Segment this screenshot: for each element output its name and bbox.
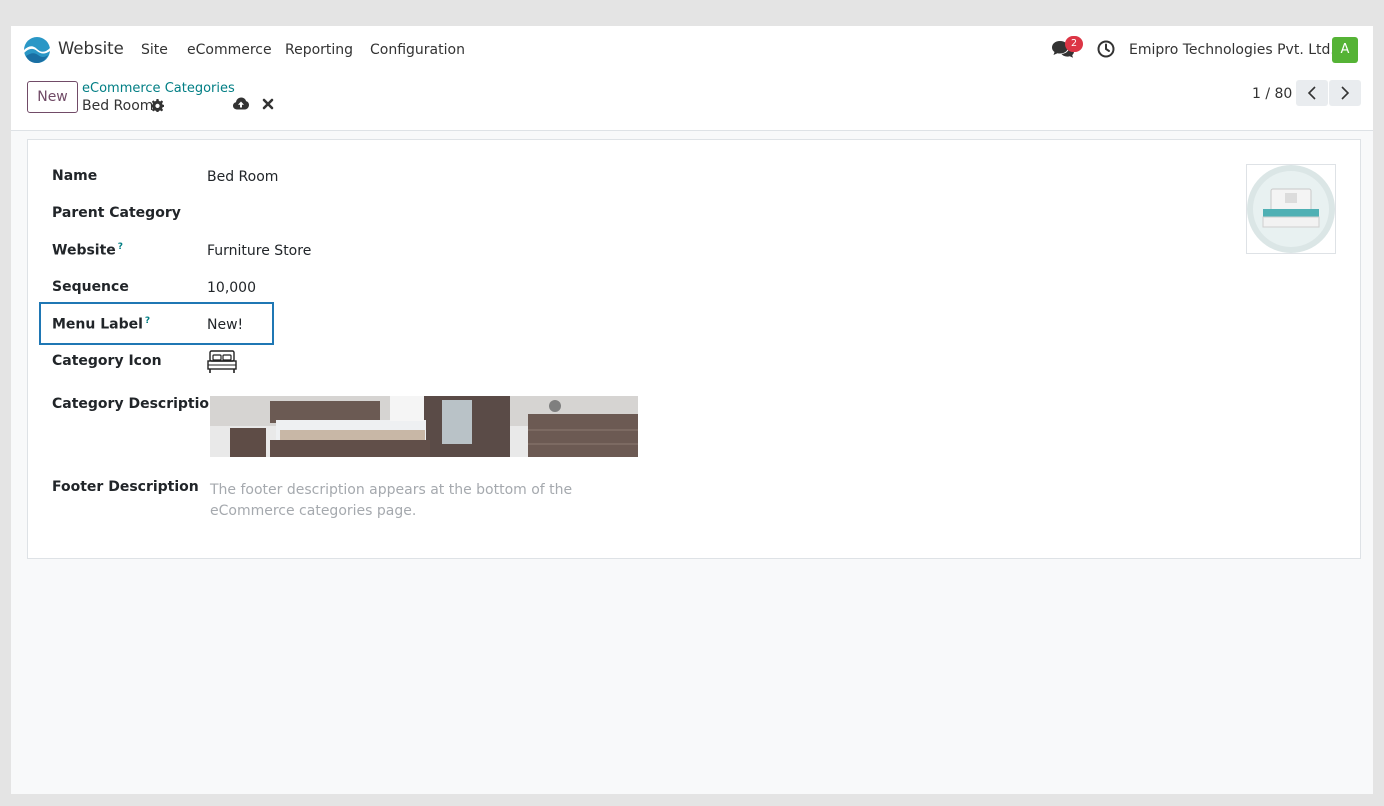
chat-badge: 2 — [1065, 36, 1083, 52]
footer-description-label: Footer Description — [52, 479, 199, 495]
top-navbar: Website Site eCommerce Reporting Configu… — [11, 26, 1373, 74]
category-image-thumbnail[interactable] — [1246, 164, 1336, 254]
pager-next-button[interactable] — [1329, 80, 1361, 106]
save-cloud-icon[interactable] — [233, 97, 249, 110]
website-label: Website? — [52, 242, 123, 259]
breadcrumb-current: Bed Room — [82, 98, 154, 114]
category-description-label: Category Description — [52, 396, 220, 412]
parent-category-field[interactable] — [207, 206, 507, 224]
app-name[interactable]: Website — [58, 39, 124, 58]
website-app-logo-icon[interactable] — [24, 37, 50, 63]
user-avatar[interactable]: A — [1332, 37, 1358, 63]
sequence-field[interactable]: 10,000 — [207, 280, 256, 296]
footer-description-field[interactable]: The footer description appears at the bo… — [210, 480, 650, 522]
category-icon-label: Category Icon — [52, 353, 162, 369]
website-help-tooltip[interactable]: ? — [118, 242, 123, 252]
menu-site[interactable]: Site — [141, 42, 168, 58]
chevron-right-icon — [1341, 86, 1350, 100]
pager-value[interactable]: 1 / 80 — [1252, 86, 1292, 102]
menu-label-field[interactable]: New! — [207, 317, 243, 333]
bedroom-furniture-image[interactable] — [210, 396, 638, 457]
app-window: Website Site eCommerce Reporting Configu… — [11, 26, 1373, 794]
menu-reporting[interactable]: Reporting — [285, 42, 353, 58]
form-sheet: Name Bed Room Parent Category Website? F… — [27, 139, 1361, 559]
parent-category-label: Parent Category — [52, 205, 181, 221]
menu-label-label: Menu Label? — [52, 316, 150, 333]
discard-close-icon[interactable] — [262, 98, 274, 110]
new-button[interactable]: New — [27, 81, 78, 113]
menu-configuration[interactable]: Configuration — [370, 42, 465, 58]
bed-icon[interactable] — [207, 349, 237, 375]
menu-ecommerce[interactable]: eCommerce — [187, 42, 272, 58]
pager-previous-button[interactable] — [1296, 80, 1328, 106]
activity-clock-icon[interactable] — [1097, 40, 1115, 58]
gear-icon[interactable] — [151, 99, 164, 112]
website-field[interactable]: Furniture Store — [207, 243, 311, 259]
chevron-left-icon — [1307, 86, 1316, 100]
sequence-label: Sequence — [52, 279, 129, 295]
menu-label-label-text: Menu Label — [52, 316, 143, 333]
breadcrumb-parent[interactable]: eCommerce Categories — [82, 81, 235, 96]
company-switcher[interactable]: Emipro Technologies Pvt. Ltd. — [1129, 42, 1335, 58]
website-label-text: Website — [52, 242, 116, 259]
bed-product-image — [1247, 165, 1335, 253]
name-label: Name — [52, 168, 98, 184]
control-panel: New eCommerce Categories Bed Room 1 / 80 — [11, 74, 1373, 131]
name-field[interactable]: Bed Room — [207, 169, 278, 185]
menu-label-help-tooltip[interactable]: ? — [145, 316, 150, 326]
